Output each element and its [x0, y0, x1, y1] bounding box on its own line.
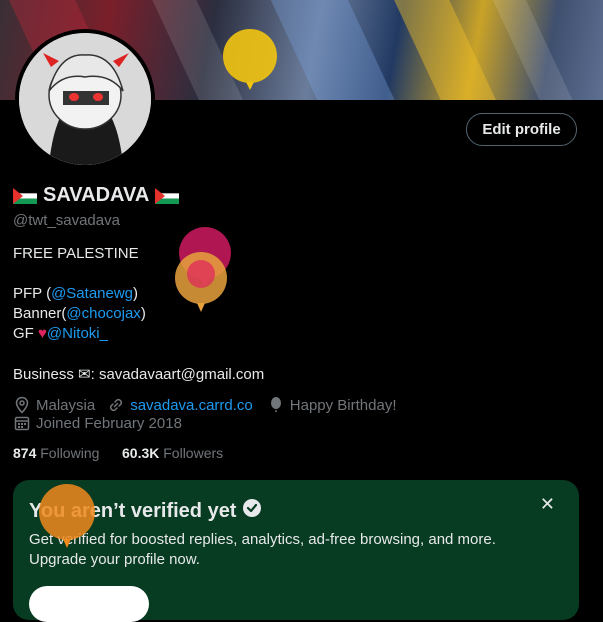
balloon-icon: [175, 252, 227, 312]
followers-count: 60.3K: [122, 445, 160, 461]
verified-badge-icon: [242, 498, 262, 524]
handle: @twt_savadava: [13, 212, 120, 229]
bio-text: Banner(: [13, 305, 67, 322]
joined-row: Joined February 2018: [13, 414, 182, 432]
location-text: Malaysia: [36, 396, 96, 414]
birthday-text: Happy Birthday!: [289, 396, 397, 414]
calendar-icon: [13, 414, 31, 432]
mention-link[interactable]: @chocojax: [66, 305, 140, 322]
avatar[interactable]: [19, 33, 151, 165]
profile-meta: Malaysia savadava.carrd.co Happy Birthda…: [13, 396, 397, 414]
bio-text: GF: [13, 325, 38, 342]
heart-icon: ♥: [38, 325, 47, 342]
link-icon: [107, 396, 125, 414]
following-count: 874: [13, 445, 37, 461]
close-icon[interactable]: ✕: [540, 494, 555, 515]
following-link[interactable]: 874 Following: [13, 445, 99, 461]
balloon-icon: [39, 484, 95, 548]
website-link[interactable]: savadava.carrd.co: [130, 397, 253, 414]
bio-text: ): [140, 305, 146, 322]
balloon-icon: [223, 29, 277, 90]
location-icon: [13, 396, 31, 414]
palestine-flag-icon: [155, 187, 180, 204]
palestine-flag-icon: [13, 187, 37, 204]
following-label: Following: [40, 445, 100, 461]
display-name: SAVADAVA: [43, 184, 150, 206]
joined-text: Joined February 2018: [36, 414, 182, 432]
followers-label: Followers: [163, 445, 224, 461]
bio-text: : savadavaart@gmail.com: [90, 366, 265, 383]
display-name-row: SAVADAVA: [13, 184, 180, 207]
bio-text: PFP (: [13, 285, 52, 302]
edit-profile-button[interactable]: Edit profile: [466, 113, 577, 146]
followers-link[interactable]: 60.3K Followers: [122, 445, 223, 461]
bio-business: Business ✉: savadavaart@gmail.com: [13, 365, 264, 383]
get-verified-button[interactable]: [29, 586, 149, 622]
bio-text: Business: [13, 366, 79, 383]
mention-link[interactable]: @Nitoki_: [47, 325, 108, 342]
bio-pfp-credit: PFP (@Satanewg): [13, 285, 138, 302]
bio-text: ): [133, 285, 139, 302]
mention-link[interactable]: @Satanewg: [51, 285, 133, 302]
bio-banner-credit: Banner(@chocojax): [13, 305, 146, 322]
verification-text: Get verified for boosted replies, analyt…: [29, 531, 496, 568]
balloon-icon: [267, 396, 285, 414]
envelope-icon: ✉: [78, 366, 91, 383]
bio-line: FREE PALESTINE: [13, 245, 139, 262]
bio-gf: GF ♥@Nitoki_: [13, 325, 108, 342]
